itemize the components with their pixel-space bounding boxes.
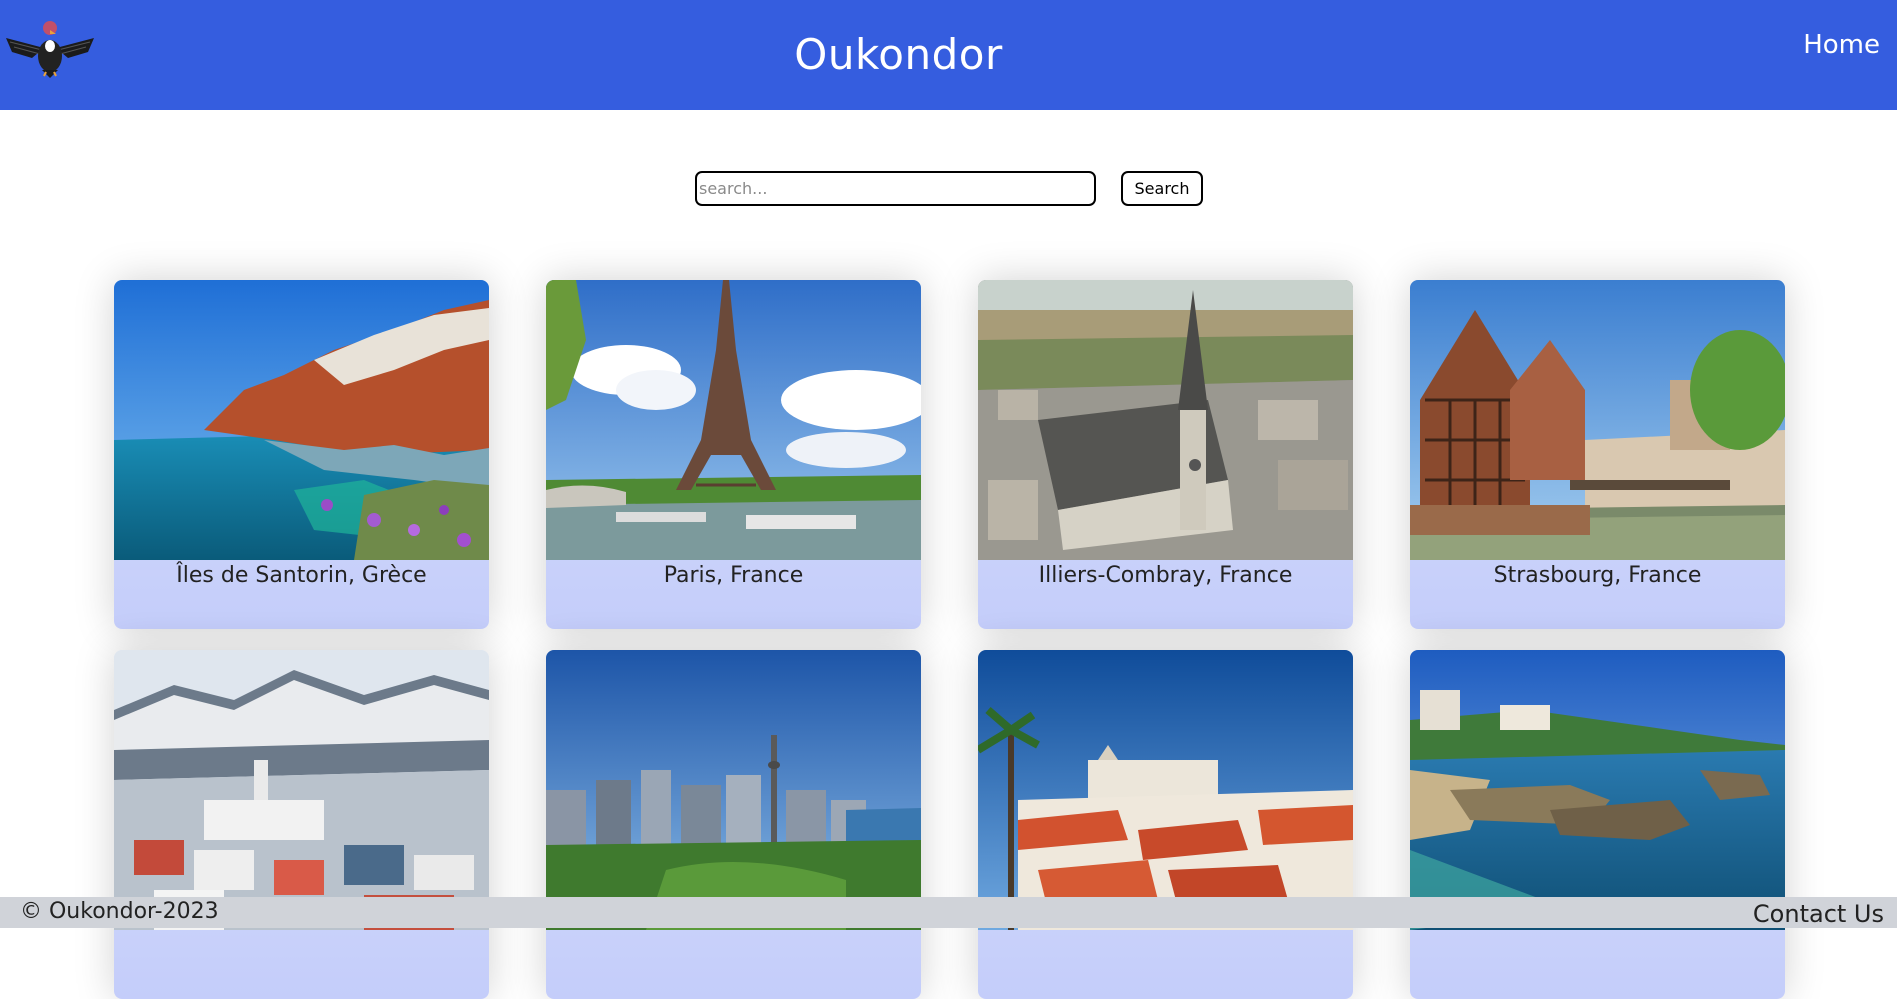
destination-card[interactable]: Îles de Santorin, Grèce: [114, 280, 489, 629]
contact-us-link[interactable]: Contact Us: [1753, 900, 1884, 928]
site-title-wrapper: Oukondor: [0, 0, 1897, 110]
destination-card[interactable]: [114, 650, 489, 999]
eiffel-tower-photo: [546, 280, 921, 560]
copyright-text: © Oukondor-2023: [20, 899, 219, 924]
snowy-mountain-town-photo: [114, 650, 489, 930]
page-footer: © Oukondor-2023 Contact Us: [0, 897, 1897, 928]
destination-card[interactable]: [1410, 650, 1785, 999]
destination-card[interactable]: Illiers-Combray, France: [978, 280, 1353, 629]
rocky-coast-bay-photo: [1410, 650, 1785, 930]
search-input[interactable]: [695, 170, 1096, 206]
strasbourg-timber-houses-photo: [1410, 280, 1785, 560]
search-bar: Search: [695, 170, 1203, 206]
destination-label: Îles de Santorin, Grèce: [176, 563, 427, 588]
destination-card[interactable]: Paris, France: [546, 280, 921, 629]
destination-label: Illiers-Combray, France: [1038, 563, 1293, 588]
destination-card[interactable]: [546, 650, 921, 999]
destination-card[interactable]: Strasbourg, France: [1410, 280, 1785, 629]
city-skyline-tower-photo: [546, 650, 921, 930]
top-header: Oukondor Home: [0, 0, 1897, 110]
search-button[interactable]: Search: [1121, 170, 1203, 206]
red-roof-old-town-photo: [978, 650, 1353, 930]
illiers-combray-church-photo: [978, 280, 1353, 560]
destination-label: Paris, France: [663, 563, 804, 588]
destination-card[interactable]: [978, 650, 1353, 999]
site-title: Oukondor: [794, 30, 1003, 79]
nav-home-link[interactable]: Home: [1803, 30, 1880, 60]
santorini-coast-photo: [114, 280, 489, 560]
destination-label: Strasbourg, France: [1493, 563, 1702, 588]
condor-logo-icon[interactable]: [2, 12, 98, 78]
